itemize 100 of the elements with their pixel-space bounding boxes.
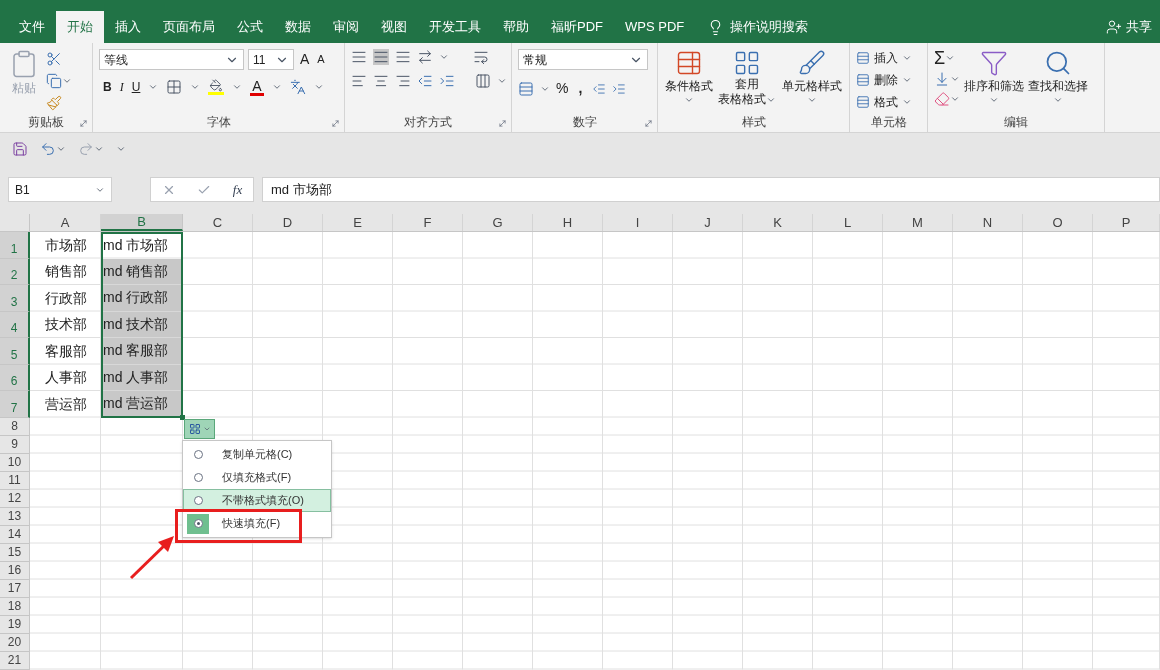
caret-icon[interactable] [902,53,912,63]
eraser-icon[interactable] [934,91,950,107]
decrease-indent-icon[interactable] [417,73,433,89]
number-format-field[interactable]: 常规 [518,49,648,70]
column-header[interactable]: N [953,214,1023,231]
caret-icon[interactable] [902,97,912,107]
format-as-table-button[interactable]: 套用 [735,77,760,92]
ribbon-tab[interactable]: 公式 [226,11,274,43]
wrap-text-icon[interactable] [473,49,489,65]
ribbon-tab[interactable]: 开发工具 [418,11,492,43]
ribbon-tab[interactable]: 文件 [8,11,56,43]
column-header[interactable]: K [743,214,813,231]
align-left-icon[interactable] [351,73,367,89]
fill-options-button[interactable] [184,419,215,439]
ribbon-tab[interactable]: 福昕PDF [540,11,614,43]
column-header[interactable]: J [673,214,743,231]
cells-command-icon[interactable] [856,73,870,87]
dialog-launcher-icon[interactable] [498,119,507,128]
top-align-icon[interactable] [351,49,367,65]
middle-align-icon[interactable] [373,49,389,65]
row-header[interactable]: 2 [0,258,30,285]
comma-button[interactable]: , [574,78,587,99]
cell-styles-button[interactable]: 单元格样式 [782,77,843,95]
conditional-format-button[interactable]: 条件格式 [664,77,713,95]
share-button[interactable]: 共享 [1126,17,1152,37]
formula-input[interactable]: md 市场部 [262,177,1160,202]
merge-cells-icon[interactable] [475,73,491,89]
search-icon[interactable] [1044,49,1072,77]
row-header[interactable]: 3 [0,285,30,312]
accounting-format-icon[interactable] [518,80,534,97]
align-right-icon[interactable] [395,73,411,89]
font-style-button[interactable]: U [131,78,141,96]
redo-icon[interactable] [78,141,94,157]
grow-font-button[interactable]: A [298,49,312,70]
font-style-button[interactable]: I [119,78,124,96]
cells-command-button[interactable]: 删除 [874,71,898,89]
borders-icon[interactable] [166,79,183,95]
row-header[interactable]: 4 [0,311,30,338]
column-header[interactable]: L [813,214,883,231]
fill-color-icon[interactable] [208,79,225,95]
caret-icon[interactable] [116,144,126,154]
cells-command-button[interactable]: 插入 [874,49,898,67]
font-name-field[interactable]: 等线 [99,49,244,70]
dialog-launcher-icon[interactable] [331,119,340,128]
column-header[interactable]: P [1093,214,1160,231]
find-select-button[interactable]: 查找和选择 [1028,77,1088,95]
caret-icon[interactable] [313,82,324,92]
ribbon-tab[interactable]: 页面布局 [152,11,226,43]
caret-icon[interactable] [148,82,159,92]
ribbon-tab[interactable]: 视图 [370,11,418,43]
cells-command-button[interactable]: 格式 [874,93,898,111]
row-header[interactable]: 5 [0,338,30,365]
font-color-button[interactable]: A [250,78,264,96]
column-header[interactable]: D [253,214,323,231]
column-header[interactable]: O [1023,214,1093,231]
insert-function-button[interactable]: fx [232,179,243,200]
column-header[interactable]: I [603,214,673,231]
fill-option-item[interactable]: 仅填充格式(F) [183,466,331,489]
caret-icon[interactable] [62,76,72,86]
bottom-align-icon[interactable] [395,49,411,65]
align-center-icon[interactable] [373,73,389,89]
copy-icon[interactable] [46,73,62,89]
caret-icon[interactable] [683,95,694,105]
caret-icon[interactable] [190,82,201,92]
row-header[interactable]: 7 [0,391,30,418]
column-header[interactable]: H [533,214,603,231]
column-header[interactable]: E [323,214,393,231]
caret-icon[interactable] [945,53,956,63]
format-painter-icon[interactable] [46,95,62,111]
fill-option-item[interactable]: 快速填充(F) [183,512,331,535]
scissors-icon[interactable] [46,51,62,67]
row-header[interactable]: 1 [0,232,30,259]
column-header[interactable]: G [463,214,533,231]
format-as-table-button[interactable]: 表格格式 [718,92,767,107]
caret-icon[interactable] [1053,95,1063,105]
caret-icon[interactable] [94,144,104,154]
autosum-button[interactable]: Σ [934,49,946,67]
dialog-launcher-icon[interactable] [79,119,88,128]
fill-down-icon[interactable] [934,71,950,87]
cells-command-icon[interactable] [856,95,870,109]
caret-icon[interactable] [902,75,912,85]
share-icon[interactable] [1106,19,1122,35]
radio-button[interactable] [193,473,203,482]
caret-icon[interactable] [56,144,66,154]
ribbon-tab[interactable]: WPS PDF [614,11,696,43]
radio-button[interactable] [193,519,203,528]
ribbon-tab[interactable]: 审阅 [322,11,370,43]
column-header[interactable]: B [101,214,183,231]
filter-icon[interactable] [980,49,1008,77]
increase-indent-icon[interactable] [439,73,455,89]
ribbon-tab[interactable]: 开始 [56,11,104,43]
brush-icon[interactable] [798,49,827,77]
ribbon-tab[interactable]: 插入 [104,11,152,43]
cells-command-icon[interactable] [856,51,870,65]
fill-option-item[interactable]: 复制单元格(C) [183,443,331,466]
caret-icon[interactable] [497,76,507,86]
radio-button[interactable] [193,450,203,459]
sort-filter-button[interactable]: 排序和筛选 [964,77,1024,95]
caret-icon[interactable] [271,82,282,92]
fill-handle[interactable] [180,415,185,420]
